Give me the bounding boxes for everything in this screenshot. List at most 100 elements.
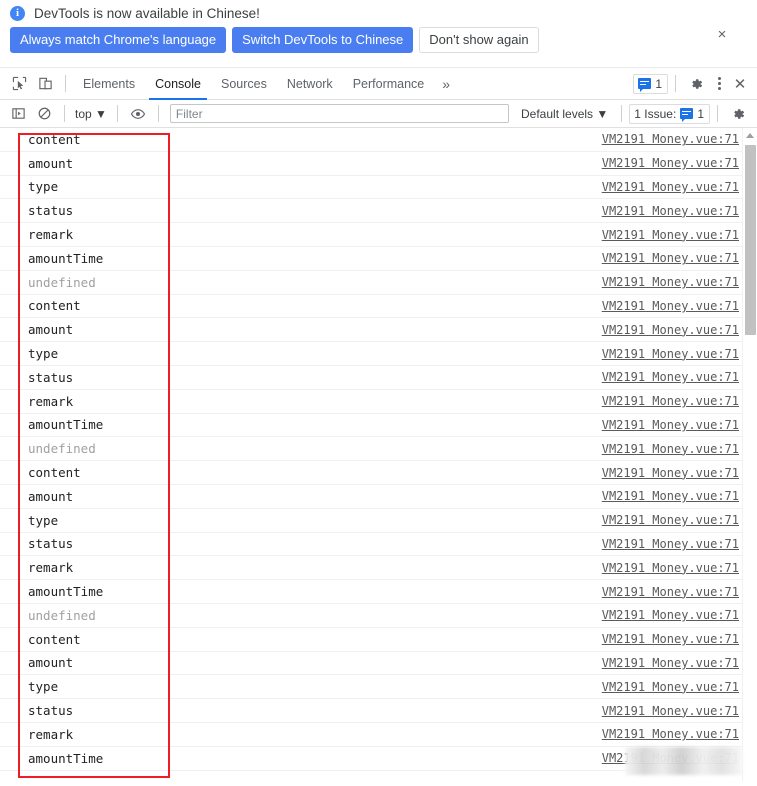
console-message-row[interactable]: content VM2191 Money.vue:71 [0, 128, 757, 152]
console-sidebar-icon[interactable] [5, 101, 31, 127]
console-source-link[interactable]: VM2191 Money.vue:71 [602, 418, 739, 432]
console-message-row[interactable]: content VM2191 Money.vue:71 [0, 461, 757, 485]
console-message-row[interactable]: undefined VM2191 Money.vue:71 [0, 271, 757, 295]
console-message-row[interactable]: amount VM2191 Money.vue:71 [0, 485, 757, 509]
banner-close-icon[interactable]: × [714, 27, 730, 43]
tab-performance[interactable]: Performance [343, 68, 435, 100]
console-source-link[interactable]: VM2191 Money.vue:71 [602, 561, 739, 575]
issues-button[interactable]: 1 Issue: 1 [629, 103, 710, 124]
close-devtools-icon[interactable]: ✕ [729, 73, 751, 95]
console-message-row[interactable]: amountTime VM2191 Money.vue:71 [0, 580, 757, 604]
console-source-link[interactable]: VM2191 Money.vue:71 [602, 680, 739, 694]
clear-console-icon[interactable] [31, 101, 57, 127]
console-message-text: undefined [28, 607, 96, 623]
console-message-row[interactable]: status VM2191 Money.vue:71 [0, 699, 757, 723]
console-message-row[interactable]: remark VM2191 Money.vue:71 [0, 556, 757, 581]
console-settings-icon[interactable] [725, 101, 751, 127]
scroll-up-icon[interactable] [743, 128, 757, 142]
console-source-link[interactable]: VM2191 Money.vue:71 [602, 251, 739, 265]
log-levels-selector[interactable]: Default levels ▼ [515, 106, 614, 122]
device-toolbar-icon[interactable] [32, 71, 58, 97]
console-source-link[interactable]: VM2191 Money.vue:71 [602, 132, 739, 146]
redaction-overlay [625, 747, 743, 775]
more-tabs-icon[interactable]: » [434, 75, 458, 93]
scrollbar-thumb[interactable] [745, 145, 756, 335]
console-message-row[interactable]: type VM2191 Money.vue:71 [0, 675, 757, 700]
tab-network[interactable]: Network [277, 68, 343, 100]
banner-message: DevTools is now available in Chinese! [34, 6, 260, 21]
console-source-link[interactable]: VM2191 Money.vue:71 [602, 275, 739, 289]
console-message-text: status [28, 369, 74, 385]
execution-context-selector[interactable]: top ▼ [72, 106, 110, 122]
console-source-link[interactable]: VM2191 Money.vue:71 [602, 537, 739, 551]
console-source-link[interactable]: VM2191 Money.vue:71 [602, 489, 739, 503]
console-message-text: amountTime [28, 750, 104, 766]
devtools-tabbar: Elements Console Sources Network Perform… [0, 68, 757, 100]
dont-show-again-button[interactable]: Don't show again [419, 27, 539, 53]
toolbar-divider [65, 75, 66, 92]
console-message-row[interactable]: content VM2191 Money.vue:71 [0, 628, 757, 652]
console-message-row[interactable]: amount VM2191 Money.vue:71 [0, 318, 757, 343]
console-message-text: content [28, 631, 81, 647]
console-scrollbar[interactable] [742, 128, 757, 781]
console-message-row[interactable]: status VM2191 Money.vue:71 [0, 199, 757, 224]
console-message-row[interactable]: remark VM2191 Money.vue:71 [0, 223, 757, 247]
console-source-link[interactable]: VM2191 Money.vue:71 [602, 513, 739, 527]
console-message-row[interactable]: remark VM2191 Money.vue:71 [0, 390, 757, 414]
console-message-text: amountTime [28, 250, 104, 266]
console-message-row[interactable]: type VM2191 Money.vue:71 [0, 509, 757, 533]
console-message-text: content [28, 465, 81, 481]
messages-badge[interactable]: 1 [633, 73, 668, 94]
console-log-area[interactable]: content VM2191 Money.vue:71 amount VM2191 M… [0, 128, 757, 781]
gear-icon[interactable] [683, 71, 709, 97]
console-message-list: content VM2191 Money.vue:71 amount VM2191 M… [0, 128, 757, 771]
console-source-link[interactable]: VM2191 Money.vue:71 [602, 370, 739, 384]
console-message-text: remark [28, 726, 74, 742]
console-message-row[interactable]: type VM2191 Money.vue:71 [0, 176, 757, 200]
console-message-row[interactable]: content VM2191 Money.vue:71 [0, 295, 757, 319]
console-message-row[interactable]: amount VM2191 Money.vue:71 [0, 152, 757, 176]
console-message-row[interactable]: remark VM2191 Money.vue:71 [0, 723, 757, 747]
issues-count: 1 [697, 106, 704, 121]
console-message-row[interactable]: status VM2191 Money.vue:71 [0, 533, 757, 557]
console-message-text: type [28, 679, 59, 695]
console-source-link[interactable]: VM2191 Money.vue:71 [602, 466, 739, 480]
console-message-row[interactable]: status VM2191 Money.vue:71 [0, 366, 757, 390]
console-source-link[interactable]: VM2191 Money.vue:71 [602, 727, 739, 741]
console-message-text: amountTime [28, 417, 104, 433]
console-message-row[interactable]: undefined VM2191 Money.vue:71 [0, 437, 757, 462]
live-expression-icon[interactable] [125, 101, 151, 127]
console-source-link[interactable]: VM2191 Money.vue:71 [602, 180, 739, 194]
console-source-link[interactable]: VM2191 Money.vue:71 [602, 632, 739, 646]
console-source-link[interactable]: VM2191 Money.vue:71 [602, 228, 739, 242]
console-message-row[interactable]: type VM2191 Money.vue:71 [0, 342, 757, 366]
switch-to-chinese-button[interactable]: Switch DevTools to Chinese [232, 27, 414, 53]
console-source-link[interactable]: VM2191 Money.vue:71 [602, 394, 739, 408]
chevron-down-icon: ▼ [596, 106, 609, 121]
console-source-link[interactable]: VM2191 Money.vue:71 [602, 204, 739, 218]
console-source-link[interactable]: VM2191 Money.vue:71 [602, 299, 739, 313]
console-message-text: amount [28, 155, 74, 171]
console-message-text: amount [28, 322, 74, 338]
tab-sources[interactable]: Sources [211, 68, 277, 100]
console-source-link[interactable]: VM2191 Money.vue:71 [602, 347, 739, 361]
console-source-link[interactable]: VM2191 Money.vue:71 [602, 156, 739, 170]
console-source-link[interactable]: VM2191 Money.vue:71 [602, 656, 739, 670]
inspect-element-icon[interactable] [6, 71, 32, 97]
console-message-text: status [28, 703, 74, 719]
console-message-row[interactable]: amountTime VM2191 Money.vue:71 [0, 414, 757, 438]
console-message-row[interactable]: amount VM2191 Money.vue:71 [0, 652, 757, 676]
console-source-link[interactable]: VM2191 Money.vue:71 [602, 585, 739, 599]
console-message-row[interactable]: undefined VM2191 Money.vue:71 [0, 604, 757, 628]
console-source-link[interactable]: VM2191 Money.vue:71 [602, 608, 739, 622]
tab-elements[interactable]: Elements [73, 68, 145, 100]
filter-input[interactable] [169, 104, 509, 123]
console-source-link[interactable]: VM2191 Money.vue:71 [602, 442, 739, 456]
console-source-link[interactable]: VM2191 Money.vue:71 [602, 323, 739, 337]
always-match-language-button[interactable]: Always match Chrome's language [10, 27, 227, 53]
console-message-row[interactable]: amountTime VM2191 Money.vue:71 [0, 247, 757, 271]
more-options-icon[interactable] [709, 73, 729, 95]
tab-console[interactable]: Console [145, 68, 211, 100]
issue-message-icon [680, 108, 694, 122]
console-source-link[interactable]: VM2191 Money.vue:71 [602, 704, 739, 718]
